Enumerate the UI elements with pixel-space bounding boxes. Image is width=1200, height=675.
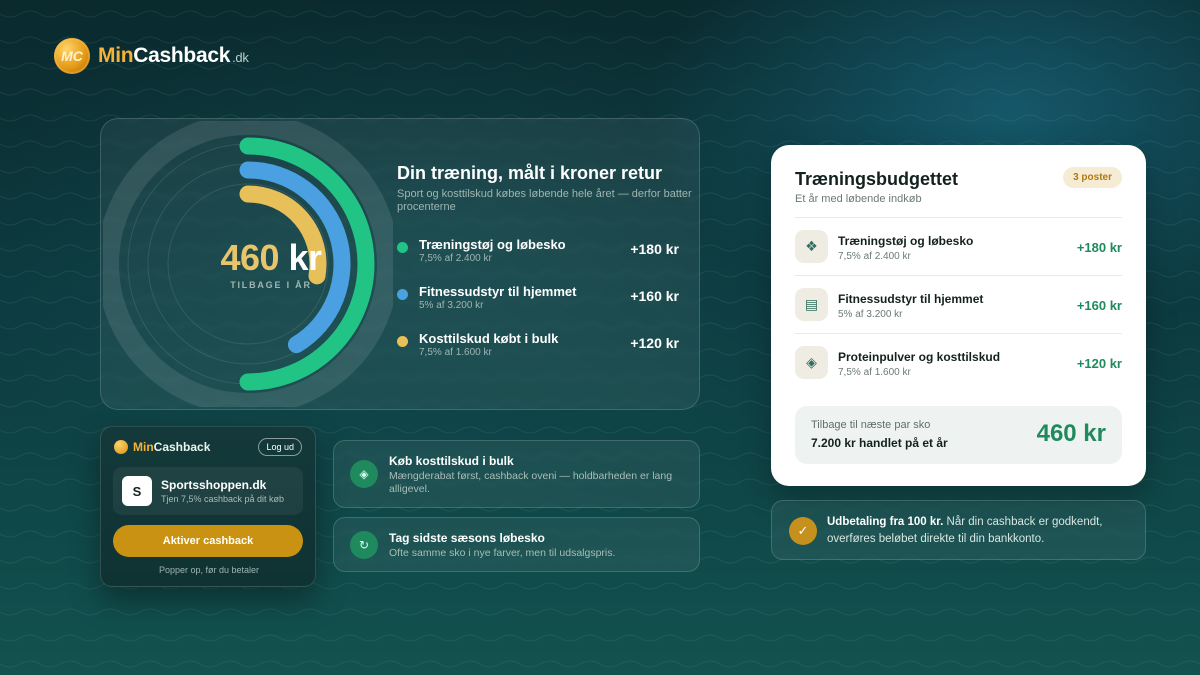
refresh-icon: ↻ [350, 531, 378, 559]
budget-row-meta: 7,5% af 2.400 kr [838, 251, 911, 262]
tip-card: ↻ Tag sidste sæsons løbesko Ofte samme s… [333, 517, 700, 572]
extension-brand: MinCashback [133, 440, 210, 454]
hero-title: Din træning, målt i kroner retur [397, 163, 663, 183]
budget-row[interactable]: ❖ Træningstøj og løbesko 7,5% af 2.400 k… [795, 217, 1122, 275]
budget-title: Træningsbudgettet [795, 169, 958, 189]
summary-label: Tilbage til næste par sko [811, 419, 931, 431]
total-cashback-number: 460 [220, 237, 280, 278]
item-count-badge: 3 poster [1063, 167, 1122, 188]
brand-cashback: Cashback [133, 44, 231, 67]
shop-cashback-rate: Tjen 7,5% cashback på dit køb [161, 494, 285, 504]
tip-card: ◈ Køb kosttilskud i bulk Mængderabat før… [333, 440, 700, 508]
budget-summary: Tilbage til næste par sko 7.200 kr handl… [795, 406, 1122, 464]
wave-line [0, 660, 1200, 668]
extension-logo: MinCashback [114, 440, 210, 454]
budget-row-value: +180 kr [1076, 240, 1122, 255]
brand-wordmark: MinCashback .dk [98, 44, 249, 68]
activate-cashback-button[interactable]: Aktiver cashback [113, 525, 303, 557]
budget-row-meta: 7,5% af 1.600 kr [838, 367, 911, 378]
legend-item: Træningstøj og løbesko 7,5% af 2.400 kr … [397, 237, 679, 267]
check-icon: ✓ [789, 517, 817, 545]
training-budget-card: Træningsbudgettet Et år med løbende indk… [771, 145, 1146, 486]
budget-row-name: Træningstøj og løbesko [838, 234, 974, 248]
legend-meta: 7,5% af 2.400 kr [419, 253, 492, 264]
coin-icon: MC [54, 38, 90, 74]
budget-row[interactable]: ◈ Proteinpulver og kosttilskud 7,5% af 1… [795, 333, 1122, 391]
legend-dot [397, 336, 408, 347]
budget-row-meta: 5% af 3.200 kr [838, 309, 903, 320]
legend-item: Fitnessudstyr til hjemmet 5% af 3.200 kr… [397, 284, 679, 314]
summary-total: 460 kr [1036, 420, 1106, 447]
extension-brand-min: Min [133, 440, 154, 454]
supplement-icon: ◈ [795, 346, 828, 379]
budget-row[interactable]: ▤ Fitnessudstyr til hjemmet 5% af 3.200 … [795, 275, 1122, 333]
legend-name: Fitnessudstyr til hjemmet [419, 284, 577, 299]
tip-title: Køb kosttilskud i bulk [389, 454, 514, 468]
legend-name: Kosttilskud købt i bulk [419, 331, 559, 346]
logout-button[interactable]: Log ud [258, 438, 302, 456]
supplement-icon: ◈ [350, 460, 378, 488]
shop-card: S Sportsshoppen.dk Tjen 7,5% cashback på… [113, 467, 303, 515]
extension-footer: Popper op, før du betaler [158, 565, 260, 575]
tip-text: Ofte samme sko i nye farver, men til uds… [389, 547, 616, 559]
legend-value: +160 kr [630, 288, 679, 304]
shop-name: Sportsshoppen.dk [161, 478, 267, 492]
tip-text: Mængderabat først, cashback oveni — hold… [389, 470, 673, 495]
budget-row-name: Fitnessudstyr til hjemmet [838, 292, 984, 306]
hero-description: Sport og kosttilskud købes løbende hele … [397, 188, 692, 213]
legend-meta: 5% af 3.200 kr [419, 300, 484, 311]
payout-text: Udbetaling fra 100 kr. Når din cashback … [827, 514, 1132, 548]
budget-row-value: +160 kr [1076, 298, 1122, 313]
payout-info: ✓ Udbetaling fra 100 kr. Når din cashbac… [771, 500, 1146, 560]
tip-title: Tag sidste sæsons løbesko [389, 531, 545, 545]
legend-meta: 7,5% af 1.600 kr [419, 347, 492, 358]
budget-row-name: Proteinpulver og kosttilskud [838, 350, 1001, 364]
grid-icon: ❖ [795, 230, 828, 263]
browser-extension-popup: MinCashback Log ud S Sportsshoppen.dk Tj… [100, 426, 316, 587]
shop-logo: S [122, 476, 152, 506]
payout-bold: Udbetaling fra 100 kr. [827, 516, 944, 528]
total-cashback-unit: kr [288, 237, 323, 278]
wave-line [0, 608, 1200, 616]
wave-line [0, 10, 1200, 18]
equipment-icon: ▤ [795, 288, 828, 321]
total-cashback-amount: 460 kr [191, 237, 351, 279]
extension-brand-cashback: Cashback [153, 440, 211, 454]
legend-dot [397, 289, 408, 300]
legend-value: +180 kr [630, 241, 679, 257]
brand-logo[interactable]: MC MinCashback .dk [54, 38, 249, 74]
total-cashback-label: TILBAGE I ÅR [230, 280, 312, 290]
budget-row-value: +120 kr [1076, 356, 1122, 371]
cashback-overview-panel: 460 kr TILBAGE I ÅR Din træning, målt i … [100, 118, 700, 410]
summary-spent: 7.200 kr handlet på et år [811, 436, 948, 450]
legend-dot [397, 242, 408, 253]
coin-icon [114, 440, 128, 454]
budget-subtitle: Et år med løbende indkøb [795, 193, 922, 205]
brand-tld: .dk [232, 50, 249, 65]
wave-line [0, 88, 1200, 96]
wave-line [0, 634, 1200, 642]
legend-name: Træningstøj og løbesko [419, 237, 566, 252]
legend-item: Kosttilskud købt i bulk 7,5% af 1.600 kr… [397, 331, 679, 361]
legend-value: +120 kr [630, 335, 679, 351]
brand-min: Min [98, 44, 134, 67]
